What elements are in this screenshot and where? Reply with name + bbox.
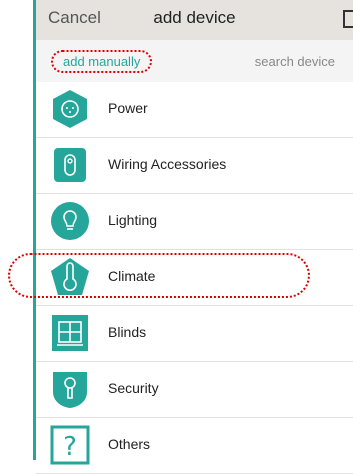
list-item-security[interactable]: Security [36,362,353,418]
lock-icon [53,372,87,408]
list-item-others[interactable]: ? Others [36,418,353,474]
list-item-lighting[interactable]: Lighting [36,194,353,250]
window-blinds-icon [52,315,88,351]
list-item-label: Climate [108,268,156,284]
app-frame: Cancel add device add manually search de… [8,0,353,474]
switch-icon [54,148,86,182]
thermometer-icon [51,258,89,295]
device-category-list: Power Wiring Accessories Lighting Climat… [8,82,353,474]
power-outlet-icon [53,90,87,128]
list-item-climate[interactable]: Climate [8,250,353,306]
tab-bar: add manually search device [36,40,353,82]
list-item-power[interactable]: Power [36,82,353,138]
page-title: add device [153,8,236,27]
list-item-label: Lighting [108,212,158,228]
list-item-blinds[interactable]: Blinds [36,306,353,362]
list-item-label: Wiring Accessories [108,156,227,172]
list-item-label: Security [108,380,159,396]
list-item-wiring-accessories[interactable]: Wiring Accessories [36,138,353,194]
header-bar: Cancel add device [36,0,353,40]
tab-add-manually[interactable]: add manually [51,50,153,73]
svg-text:?: ? [63,432,77,462]
scan-icon[interactable] [343,10,353,28]
list-item-label: Others [108,436,151,452]
list-item-label: Power [108,100,148,116]
list-item-label: Blinds [108,324,147,340]
tab-search-device[interactable]: search device [255,54,335,69]
bulb-icon [51,202,89,240]
